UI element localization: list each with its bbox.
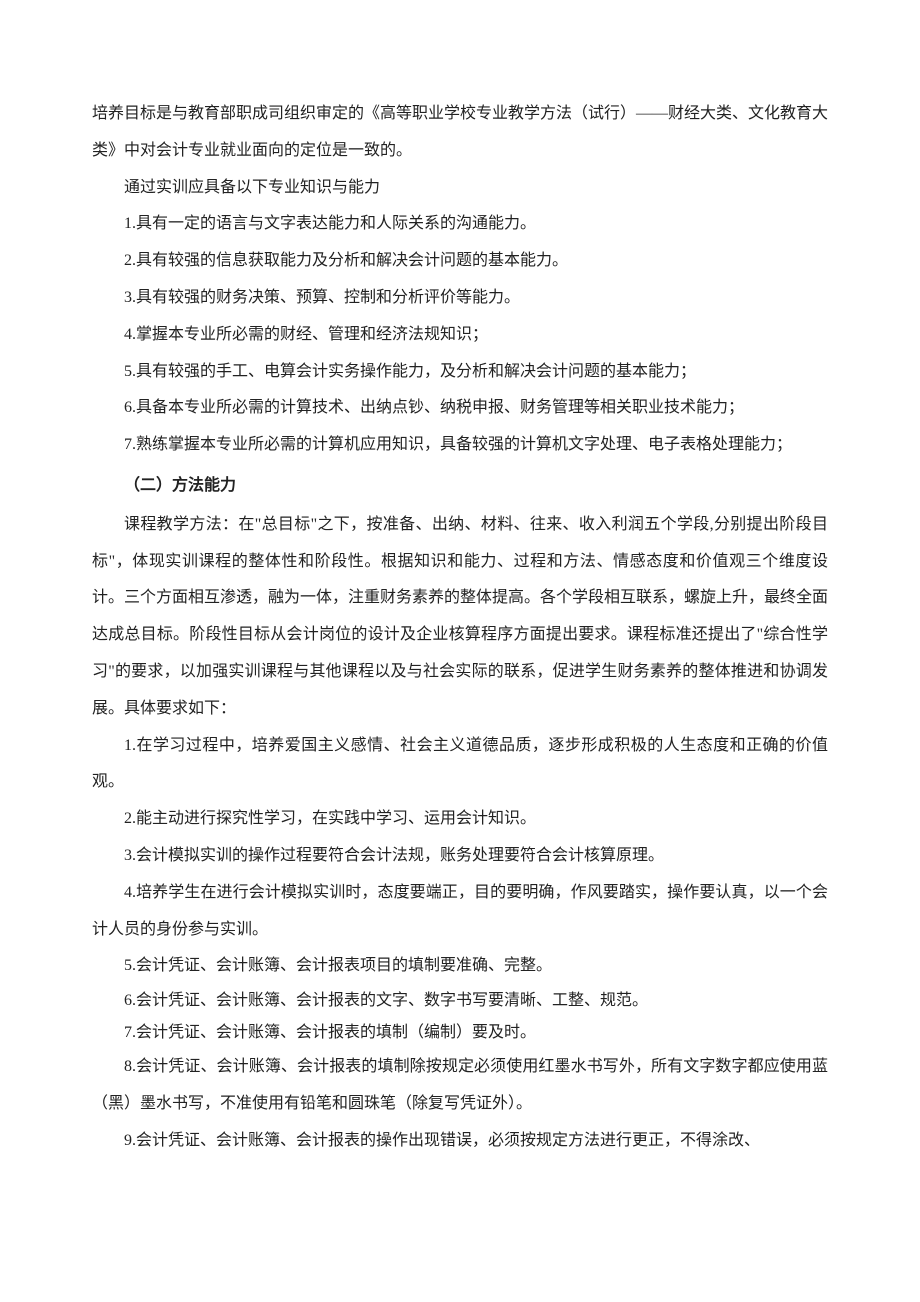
section-2-item-9: 9.会计凭证、会计账簿、会计报表的操作出现错误，必须按规定方法进行更正，不得涂改… — [92, 1123, 828, 1160]
intro-item-6: 6.具备本专业所必需的计算技术、出纳点钞、纳税申报、财务管理等相关职业技术能力； — [92, 390, 828, 427]
intro-paragraph-1: 培养目标是与教育部职成司组织审定的《高等职业学校专业教学方法（试行）——财经大类… — [92, 96, 828, 170]
section-2-item-3: 3.会计模拟实训的操作过程要符合会计法规，账务处理要符合会计核算原理。 — [92, 838, 828, 875]
intro-item-1: 1.具有一定的语言与文字表达能力和人际关系的沟通能力。 — [92, 206, 828, 243]
section-2-paragraph-1: 课程教学方法：在"总目标"之下，按准备、出纳、材料、往来、收入利润五个学段,分别… — [92, 507, 828, 728]
section-2-item-7: 7.会计凭证、会计账簿、会计报表的填制（编制）要及时。 — [92, 1017, 828, 1049]
intro-item-4: 4.掌握本专业所必需的财经、管理和经济法规知识； — [92, 317, 828, 354]
intro-item-3: 3.具有较强的财务决策、预算、控制和分析评价等能力。 — [92, 280, 828, 317]
section-2-item-1: 1.在学习过程中，培养爱国主义感情、社会主义道德品质，逐步形成积极的人生态度和正… — [92, 728, 828, 802]
section-2-item-4: 4.培养学生在进行会计模拟实训时，态度要端正，目的要明确，作风要踏实，操作要认真… — [92, 875, 828, 949]
intro-item-2: 2.具有较强的信息获取能力及分析和解决会计问题的基本能力。 — [92, 243, 828, 280]
section-2-item-8: 8.会计凭证、会计账簿、会计报表的填制除按规定必须使用红墨水书写外，所有文字数字… — [92, 1049, 828, 1123]
intro-item-5: 5.具有较强的手工、电算会计实务操作能力，及分析和解决会计问题的基本能力； — [92, 354, 828, 391]
intro-item-7: 7.熟练掌握本专业所必需的计算机应用知识，具备较强的计算机文字处理、电子表格处理… — [92, 427, 828, 464]
section-2-item-2: 2.能主动进行探究性学习，在实践中学习、运用会计知识。 — [92, 801, 828, 838]
section-2-item-6: 6.会计凭证、会计账簿、会计报表的文字、数字书写要清晰、工整、规范。 — [92, 985, 828, 1017]
document-page: 培养目标是与教育部职成司组织审定的《高等职业学校专业教学方法（试行）——财经大类… — [0, 0, 920, 1302]
section-2-title: （二）方法能力 — [92, 468, 828, 505]
section-2-item-5: 5.会计凭证、会计账簿、会计报表项目的填制要准确、完整。 — [92, 948, 828, 985]
intro-paragraph-2: 通过实训应具备以下专业知识与能力 — [92, 170, 828, 207]
